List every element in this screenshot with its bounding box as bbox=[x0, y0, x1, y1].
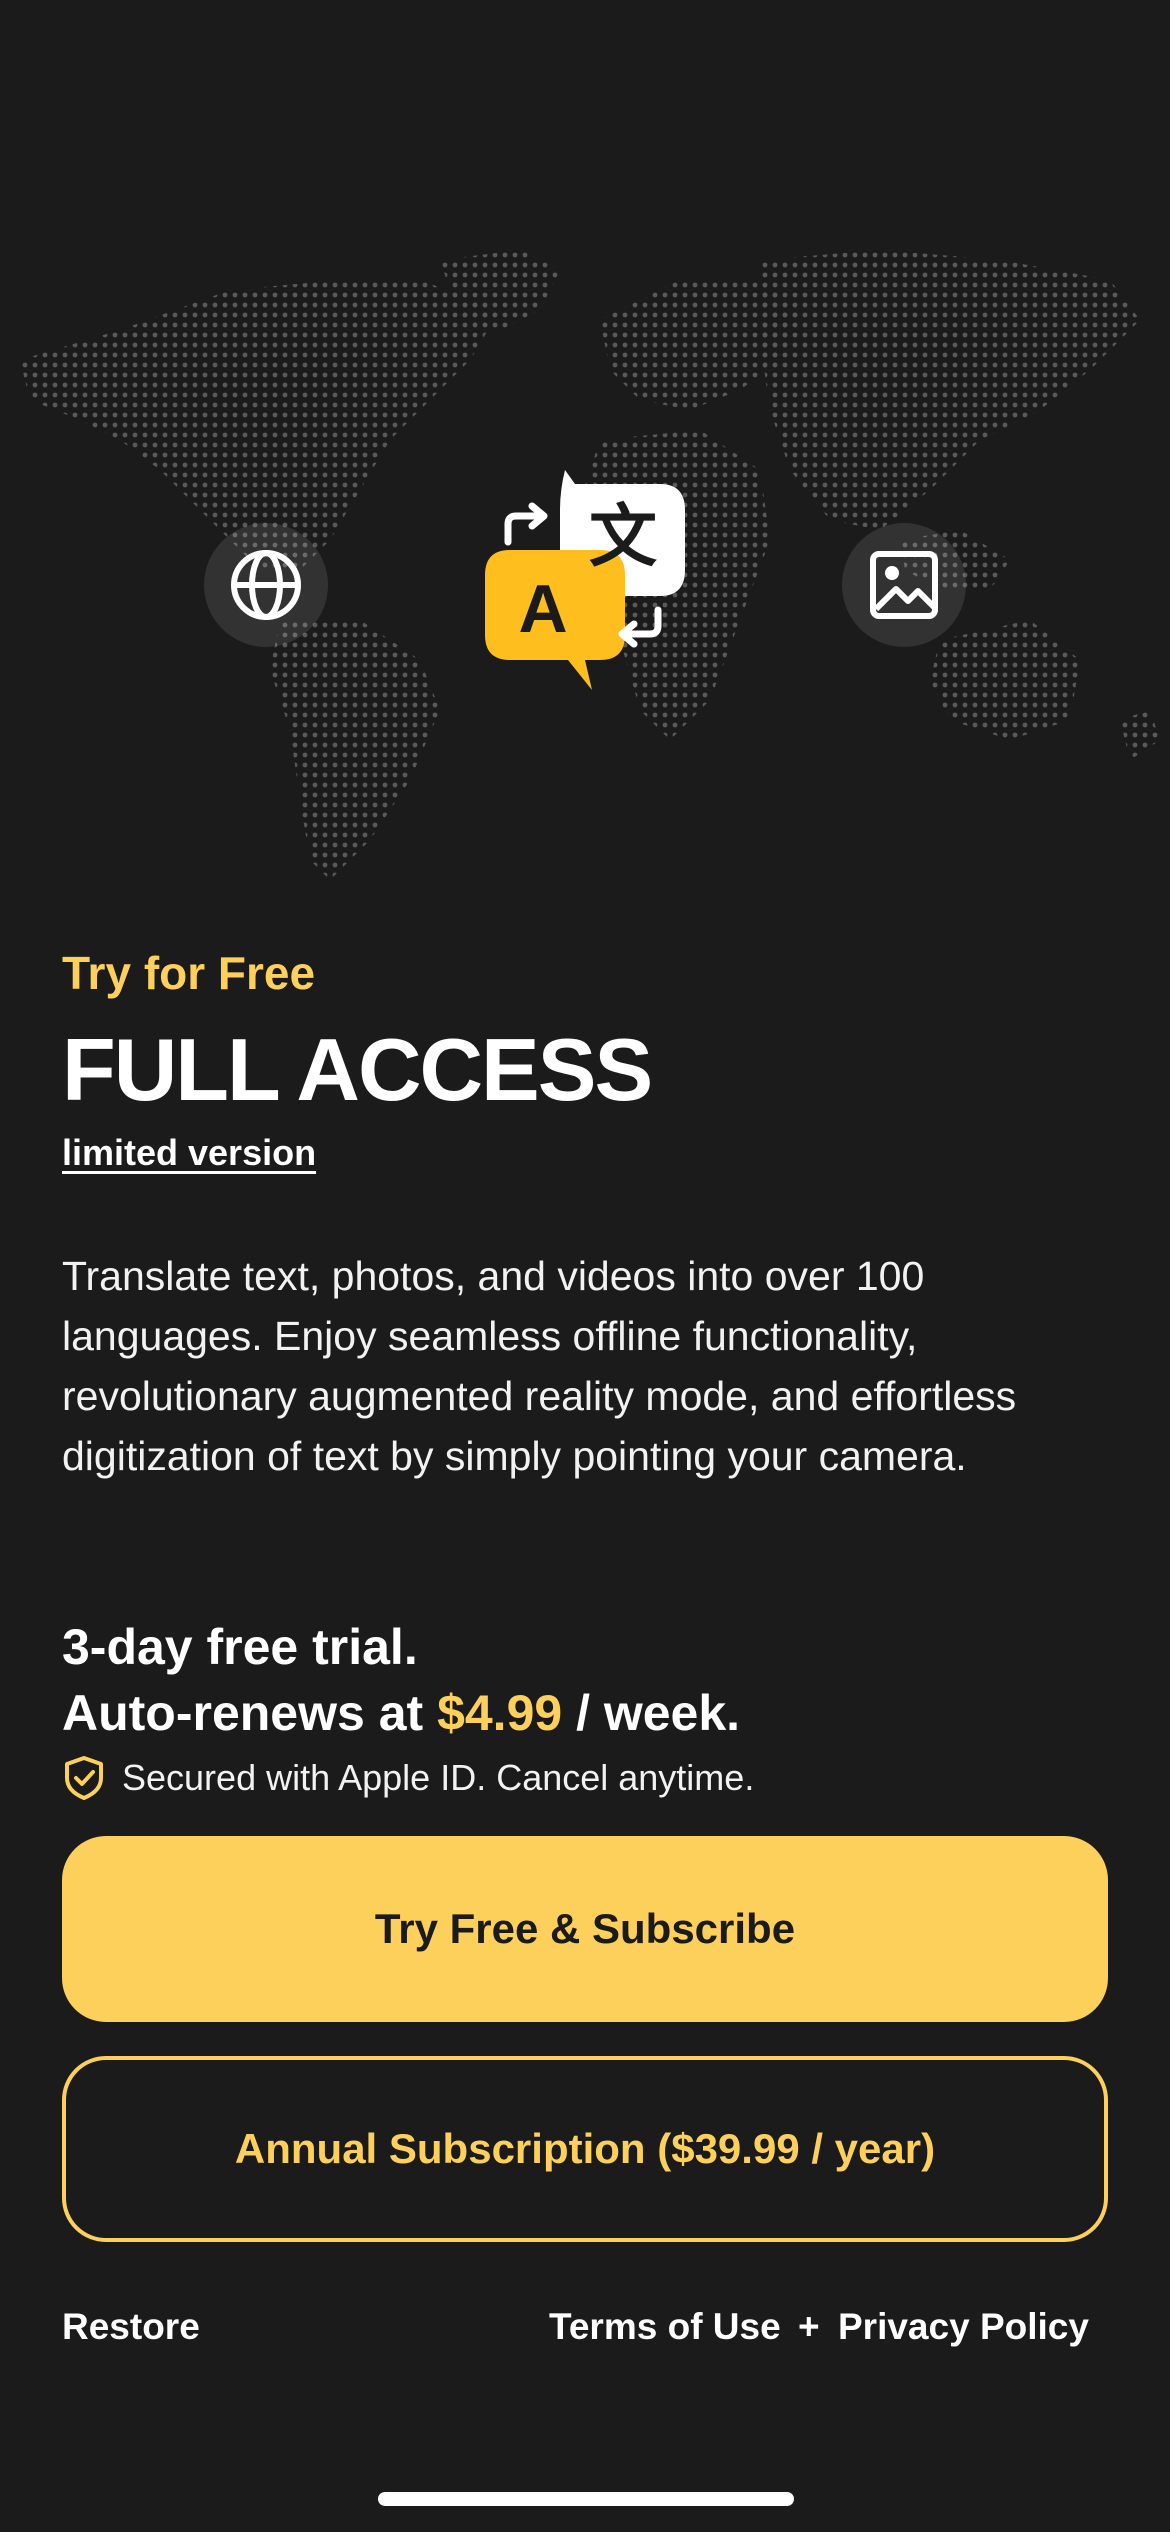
renew-line: Auto-renews at $4.99 / week. bbox=[62, 1680, 1112, 1746]
restore-link[interactable]: Restore bbox=[62, 2306, 200, 2348]
renew-prefix: Auto-renews at bbox=[62, 1685, 438, 1741]
logo-glyph-latin: A bbox=[518, 571, 567, 647]
translate-app-logo: 文 A bbox=[485, 470, 685, 690]
secured-text: Secured with Apple ID. Cancel anytime. bbox=[122, 1757, 755, 1798]
renew-suffix: / week. bbox=[562, 1685, 741, 1741]
image-icon bbox=[870, 551, 938, 619]
trial-line: 3-day free trial. bbox=[62, 1619, 418, 1675]
hero-world-map: 文 A bbox=[0, 240, 1170, 920]
logo-glyph-cjk: 文 bbox=[589, 498, 657, 577]
privacy-policy-link[interactable]: Privacy Policy bbox=[838, 2306, 1089, 2348]
terms-of-use-link[interactable]: Terms of Use bbox=[549, 2306, 781, 2348]
offer-headline: FULL ACCESS bbox=[62, 1020, 653, 1119]
globe-feature bbox=[204, 523, 328, 647]
footer-separator: + bbox=[798, 2306, 820, 2347]
annual-subscription-button[interactable]: Annual Subscription ($39.99 / year) bbox=[62, 2056, 1108, 2242]
image-feature bbox=[842, 523, 966, 647]
shield-check-icon bbox=[65, 1756, 103, 1800]
secured-notice: Secured with Apple ID. Cancel anytime. bbox=[62, 1754, 754, 1802]
limited-version-link[interactable]: limited version bbox=[62, 1132, 1112, 1174]
offer-eyebrow: Try for Free bbox=[62, 947, 316, 999]
offer-description: Translate text, photos, and videos into … bbox=[62, 1253, 1017, 1479]
home-indicator[interactable] bbox=[378, 2492, 794, 2506]
try-free-subscribe-button[interactable]: Try Free & Subscribe bbox=[62, 1836, 1108, 2022]
renew-price: $4.99 bbox=[437, 1685, 563, 1741]
globe-icon bbox=[231, 550, 301, 620]
